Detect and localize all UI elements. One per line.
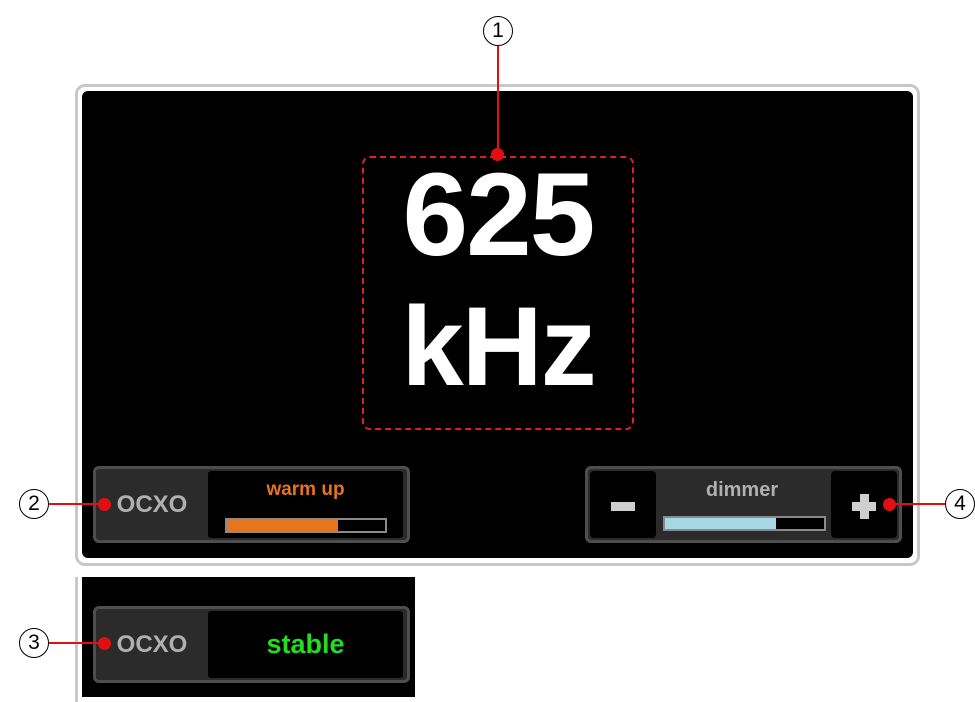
dimmer-label: dimmer: [705, 479, 779, 501]
ocxo-label: OCXO: [116, 490, 188, 518]
callout-3-dot: [98, 637, 111, 650]
dimmer-decrease-button[interactable]: [590, 471, 656, 538]
warm-up-progress-fill: [227, 520, 338, 531]
dimmer-level-fill: [665, 518, 777, 529]
callout-1-line: [497, 46, 499, 154]
callout-2-line: [49, 503, 103, 505]
ocxo-stable-panel: OCXO stable: [93, 606, 410, 683]
screen-crop-edge: [75, 577, 78, 702]
callout-3-line: [49, 642, 103, 644]
callout-1-dot: [491, 148, 504, 161]
frequency-unit: kHz: [401, 284, 596, 409]
callout-2: 2: [19, 489, 49, 519]
ocxo-status-area: warm up: [208, 471, 403, 538]
callout-1: 1: [483, 16, 513, 46]
ocxo-status-area: stable: [208, 611, 403, 678]
frequency-value: 625: [402, 149, 596, 281]
ocxo-warmup-panel: OCXO warm up: [93, 466, 410, 543]
warm-up-progress-track: [225, 518, 387, 533]
callout-4-line: [890, 503, 946, 505]
callout-3: 3: [19, 628, 49, 658]
dimmer-panel: dimmer: [585, 466, 902, 543]
ocxo-label: OCXO: [116, 630, 188, 658]
stable-status-text: stable: [266, 629, 345, 659]
callout-4: 4: [945, 489, 975, 519]
dimmer-level-track[interactable]: [663, 516, 826, 531]
warm-up-text: warm up: [266, 479, 345, 500]
callout-2-dot: [98, 498, 111, 511]
callout-4-dot: [883, 498, 896, 511]
